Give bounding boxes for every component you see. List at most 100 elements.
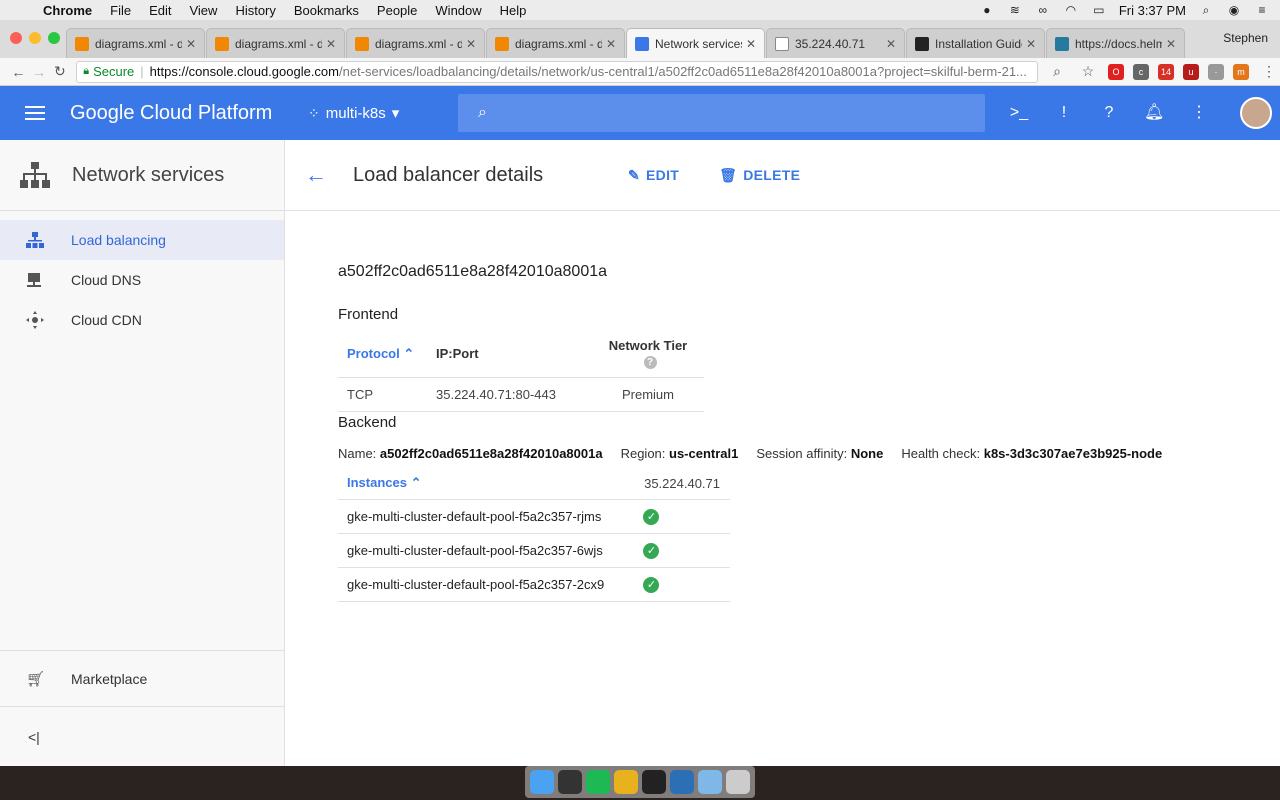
close-tab-icon[interactable]: ✕ [326, 37, 336, 51]
spotlight-search-icon[interactable]: ⌕ [1198, 3, 1214, 17]
menu-file[interactable]: File [101, 3, 140, 18]
bookmark-star-icon[interactable]: ☆ [1077, 63, 1099, 80]
instances-column-header[interactable]: Instances ⌃ [338, 467, 630, 500]
menu-window[interactable]: Window [426, 3, 490, 18]
menu-edit[interactable]: Edit [140, 3, 180, 18]
vscode-icon[interactable] [670, 770, 694, 794]
close-tab-icon[interactable]: ✕ [606, 37, 616, 51]
menu-history[interactable]: History [226, 3, 284, 18]
cart-icon: 🛒︎ [26, 671, 46, 688]
gcp-brand[interactable]: Google Cloud Platform [70, 102, 308, 125]
chrome-icon[interactable] [614, 770, 638, 794]
browser-tab-active[interactable]: Network services ✕ [626, 28, 765, 58]
sort-up-icon: ⌃ [410, 475, 422, 490]
project-icon: ⁘ [308, 104, 320, 121]
wifi-icon[interactable]: ◠ [1063, 3, 1079, 17]
close-tab-icon[interactable]: ✕ [466, 37, 476, 51]
page-icon [775, 36, 789, 51]
browser-tab[interactable]: diagrams.xml - dr ✕ [346, 28, 485, 58]
browser-tab[interactable]: diagrams.xml - dr ✕ [206, 28, 345, 58]
browser-tab[interactable]: 35.224.40.71 ✕ [766, 28, 905, 58]
avatar[interactable] [1240, 97, 1272, 129]
tab-title: 35.224.40.71 [795, 36, 866, 51]
metamask-extension-icon[interactable]: m [1233, 63, 1250, 80]
menubar-clock[interactable]: Fri 3:37 PM [1119, 3, 1186, 18]
back-arrow-icon[interactable]: ← [305, 162, 353, 188]
zoom-window-button[interactable] [48, 32, 60, 44]
sidebar-item-marketplace[interactable]: 🛒︎ Marketplace [0, 651, 284, 707]
close-window-button[interactable] [10, 32, 22, 44]
hamburger-menu-icon[interactable] [0, 106, 70, 120]
menu-help[interactable]: Help [491, 3, 536, 18]
minimize-window-button[interactable] [29, 32, 41, 44]
forward-icon[interactable]: → [29, 64, 50, 80]
sidebar-item-cloud-dns[interactable]: Cloud DNS [0, 260, 284, 300]
menu-bookmarks[interactable]: Bookmarks [285, 3, 368, 18]
browser-tab[interactable]: diagrams.xml - dr ✕ [486, 28, 625, 58]
protocol-column-header[interactable]: Protocol ⌃ [338, 330, 427, 378]
browser-tab[interactable]: Installation Guide ✕ [906, 28, 1045, 58]
sidebar-item-cloud-cdn[interactable]: Cloud CDN [0, 300, 284, 340]
docker-icon[interactable]: ≋ [1007, 3, 1023, 17]
delete-button[interactable]: 🗑︎ DELETE [719, 167, 800, 184]
menu-people[interactable]: People [368, 3, 426, 18]
css-extension-icon[interactable]: c [1133, 63, 1150, 80]
ublock-extension-icon[interactable]: u [1183, 63, 1200, 80]
chrome-profile-name[interactable]: Stephen [1223, 31, 1268, 45]
obs-icon[interactable] [558, 770, 582, 794]
project-selector[interactable]: ⁘ multi-k8s ▾ [308, 104, 458, 123]
search-icon: ⌕ [478, 104, 487, 121]
search-input[interactable]: ⌕ [458, 94, 985, 132]
siri-icon[interactable]: ◉ [1226, 3, 1242, 17]
address-bar[interactable]: 🔒︎ Secure | https://console.cloud.google… [76, 60, 1039, 83]
frontend-title: Frontend [338, 306, 399, 323]
edit-label: EDIT [646, 167, 680, 183]
browser-tab[interactable]: diagrams.xml - dr ✕ [66, 28, 205, 58]
back-icon[interactable]: ← [8, 64, 29, 80]
obs-icon[interactable]: ● [979, 3, 995, 17]
collapse-sidebar-button[interactable]: <| [0, 706, 284, 766]
glasses-icon[interactable]: ∞ [1035, 3, 1051, 17]
close-tab-icon[interactable]: ✕ [186, 37, 196, 51]
opera-extension-icon[interactable]: O [1108, 63, 1125, 80]
load-balancer-name: a502ff2c0ad6511e8a28f42010a8001a [338, 263, 608, 280]
health-status-cell: ✓ [629, 567, 730, 602]
address-separator: | [140, 64, 144, 79]
cloud-shell-icon[interactable]: >_ [1009, 103, 1029, 123]
health-status-cell: ✓ [629, 533, 730, 568]
backend-session-affinity: Session affinity: None [756, 446, 884, 461]
browser-tab[interactable]: https://docs.helm ✕ [1046, 28, 1185, 58]
notifications-bell-icon[interactable]: 🔔︎ [1144, 103, 1164, 123]
extension-icon[interactable]: · [1208, 63, 1225, 80]
help-icon[interactable]: ? [643, 356, 657, 369]
trash-icon[interactable] [726, 770, 750, 794]
instance-name-cell: gke-multi-cluster-default-pool-f5a2c357-… [338, 499, 630, 534]
feedback-icon[interactable]: ! [1054, 103, 1074, 123]
more-vert-icon[interactable]: ⋮ [1189, 103, 1209, 123]
close-tab-icon[interactable]: ✕ [746, 37, 756, 51]
macos-dock [525, 766, 755, 798]
help-icon[interactable]: ? [1099, 103, 1119, 123]
sidebar-item-load-balancing[interactable]: Load balancing [0, 220, 284, 260]
terminal-icon[interactable] [642, 770, 666, 794]
menu-chrome[interactable]: Chrome [34, 3, 101, 18]
pencil-icon: ✎ [628, 166, 641, 183]
close-tab-icon[interactable]: ✕ [1166, 37, 1176, 51]
browser-tab-strip: diagrams.xml - dr ✕ diagrams.xml - dr ✕ … [0, 20, 1280, 58]
calendar-extension-icon[interactable]: 14 [1158, 63, 1175, 80]
reload-icon[interactable]: ↻ [49, 63, 70, 80]
chrome-menu-icon[interactable]: ⋮ [1258, 63, 1280, 80]
battery-icon[interactable]: ▭ [1091, 3, 1107, 17]
zoom-icon[interactable]: ⌕ [1046, 63, 1068, 80]
menu-view[interactable]: View [180, 3, 226, 18]
sidebar-item-label: Cloud CDN [71, 312, 142, 328]
ipport-column-header: IP:Port [427, 330, 592, 378]
close-tab-icon[interactable]: ✕ [886, 37, 896, 51]
edit-button[interactable]: ✎ EDIT [628, 167, 679, 184]
notification-center-icon[interactable]: ≡ [1254, 3, 1270, 17]
finder-icon[interactable] [530, 770, 554, 794]
spotify-icon[interactable] [586, 770, 610, 794]
close-tab-icon[interactable]: ✕ [1026, 37, 1036, 51]
folder-icon[interactable] [698, 770, 722, 794]
tab-title: diagrams.xml - dr [235, 36, 322, 51]
